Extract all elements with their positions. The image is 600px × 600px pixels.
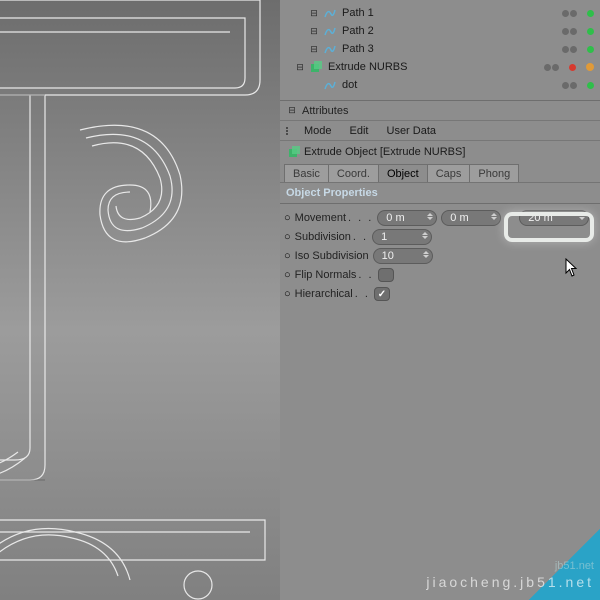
tree-row-extrude[interactable]: ⊟ Extrude NURBS	[280, 58, 600, 76]
expand-icon[interactable]: ⊟	[294, 61, 306, 73]
prop-hierarchical: ○ Hierarchical . .	[282, 285, 598, 303]
subdivision-input[interactable]: 1	[372, 229, 432, 245]
prop-label: Flip Normals	[295, 269, 357, 281]
tab-coord[interactable]: Coord.	[328, 164, 379, 182]
tab-strip: Basic Coord. Object Caps Phong	[280, 163, 600, 183]
visibility-dot[interactable]	[587, 46, 594, 53]
prop-label: Iso Subdivision	[295, 250, 369, 262]
bullet-icon: ○	[284, 269, 291, 281]
prop-flip-normals: ○ Flip Normals . .	[282, 266, 598, 284]
tree-label: Path 2	[340, 25, 374, 37]
prop-iso-subdivision: ○ Iso Subdivision 10	[282, 247, 598, 265]
hierarchical-checkbox[interactable]	[374, 287, 390, 301]
spline-icon	[323, 42, 337, 56]
movement-y-input[interactable]: 0 m	[441, 210, 501, 226]
spline-icon	[323, 6, 337, 20]
object-title: Extrude Object [Extrude NURBS]	[304, 146, 465, 158]
menu-mode[interactable]: Mode	[296, 123, 340, 139]
visibility-dot[interactable]	[569, 64, 576, 71]
tab-object[interactable]: Object	[378, 164, 428, 182]
menu-edit[interactable]: Edit	[342, 123, 377, 139]
prop-label: Hierarchical	[295, 288, 353, 300]
spline-icon	[323, 24, 337, 38]
movement-x-input[interactable]: 0 m	[377, 210, 437, 226]
bullet-icon: ○	[284, 212, 291, 224]
properties-group: ○ Movement . . . 0 m 0 m 20 m ○ Subdivis…	[280, 204, 600, 308]
prop-label: Subdivision	[295, 231, 351, 243]
attributes-header: ⊟ Attributes	[280, 101, 600, 121]
tree-row-path3[interactable]: ⊟ Path 3	[280, 40, 600, 58]
drag-handle-icon[interactable]	[286, 127, 288, 135]
dots-spacer: . .	[358, 269, 373, 281]
prop-subdivision: ○ Subdivision . . 1	[282, 228, 598, 246]
watermark-sub: jiaocheng.jb51.net	[426, 574, 594, 590]
extrude-icon	[287, 145, 301, 159]
object-tree[interactable]: ⊟ Path 1 ⊟ Path 2 ⊟ Path 3 ⊟ Extrude NUR…	[280, 0, 600, 101]
object-title-bar: Extrude Object [Extrude NURBS]	[280, 141, 600, 163]
tab-caps[interactable]: Caps	[427, 164, 471, 182]
bullet-icon: ○	[284, 250, 291, 262]
tree-label: Extrude NURBS	[326, 61, 407, 73]
expand-icon[interactable]: ⊟	[308, 43, 320, 55]
iso-subdivision-input[interactable]: 10	[373, 248, 433, 264]
expand-icon[interactable]: ⊟	[308, 7, 320, 19]
tree-label: Path 1	[340, 7, 374, 19]
prop-label: Movement	[295, 212, 346, 224]
visibility-dot[interactable]	[587, 82, 594, 89]
visibility-dot[interactable]	[587, 10, 594, 17]
tag-dot[interactable]	[586, 63, 594, 71]
tab-phong[interactable]: Phong	[469, 164, 519, 182]
collapse-icon[interactable]: ⊟	[286, 105, 298, 117]
tree-row-path1[interactable]: ⊟ Path 1	[280, 4, 600, 22]
spline-icon	[323, 78, 337, 92]
prop-movement: ○ Movement . . . 0 m 0 m 20 m	[282, 209, 598, 227]
dots-spacer: . .	[353, 231, 368, 243]
dots-spacer: . .	[355, 288, 370, 300]
tree-row-path2[interactable]: ⊟ Path 2	[280, 22, 600, 40]
bullet-icon: ○	[284, 288, 291, 300]
tree-label: Path 3	[340, 43, 374, 55]
group-header: Object Properties	[280, 183, 600, 204]
dots-spacer: . . .	[348, 212, 373, 224]
extrude-icon	[309, 60, 323, 74]
tree-label: dot	[340, 79, 357, 91]
attributes-title: Attributes	[302, 105, 348, 117]
attributes-panel: ⊟ Path 1 ⊟ Path 2 ⊟ Path 3 ⊟ Extrude NUR…	[280, 0, 600, 600]
movement-z-input[interactable]: 20 m	[519, 210, 589, 226]
menu-userdata[interactable]: User Data	[379, 123, 445, 139]
expand-icon[interactable]: ⊟	[308, 25, 320, 37]
watermark-url: jb51.net	[555, 560, 594, 572]
bullet-icon: ○	[284, 231, 291, 243]
visibility-dot[interactable]	[587, 28, 594, 35]
attributes-menubar: Mode Edit User Data	[280, 121, 600, 141]
flip-normals-checkbox[interactable]	[378, 268, 394, 282]
tree-row-dot[interactable]: dot	[280, 76, 600, 94]
tab-basic[interactable]: Basic	[284, 164, 329, 182]
viewport-3d[interactable]	[0, 0, 280, 600]
